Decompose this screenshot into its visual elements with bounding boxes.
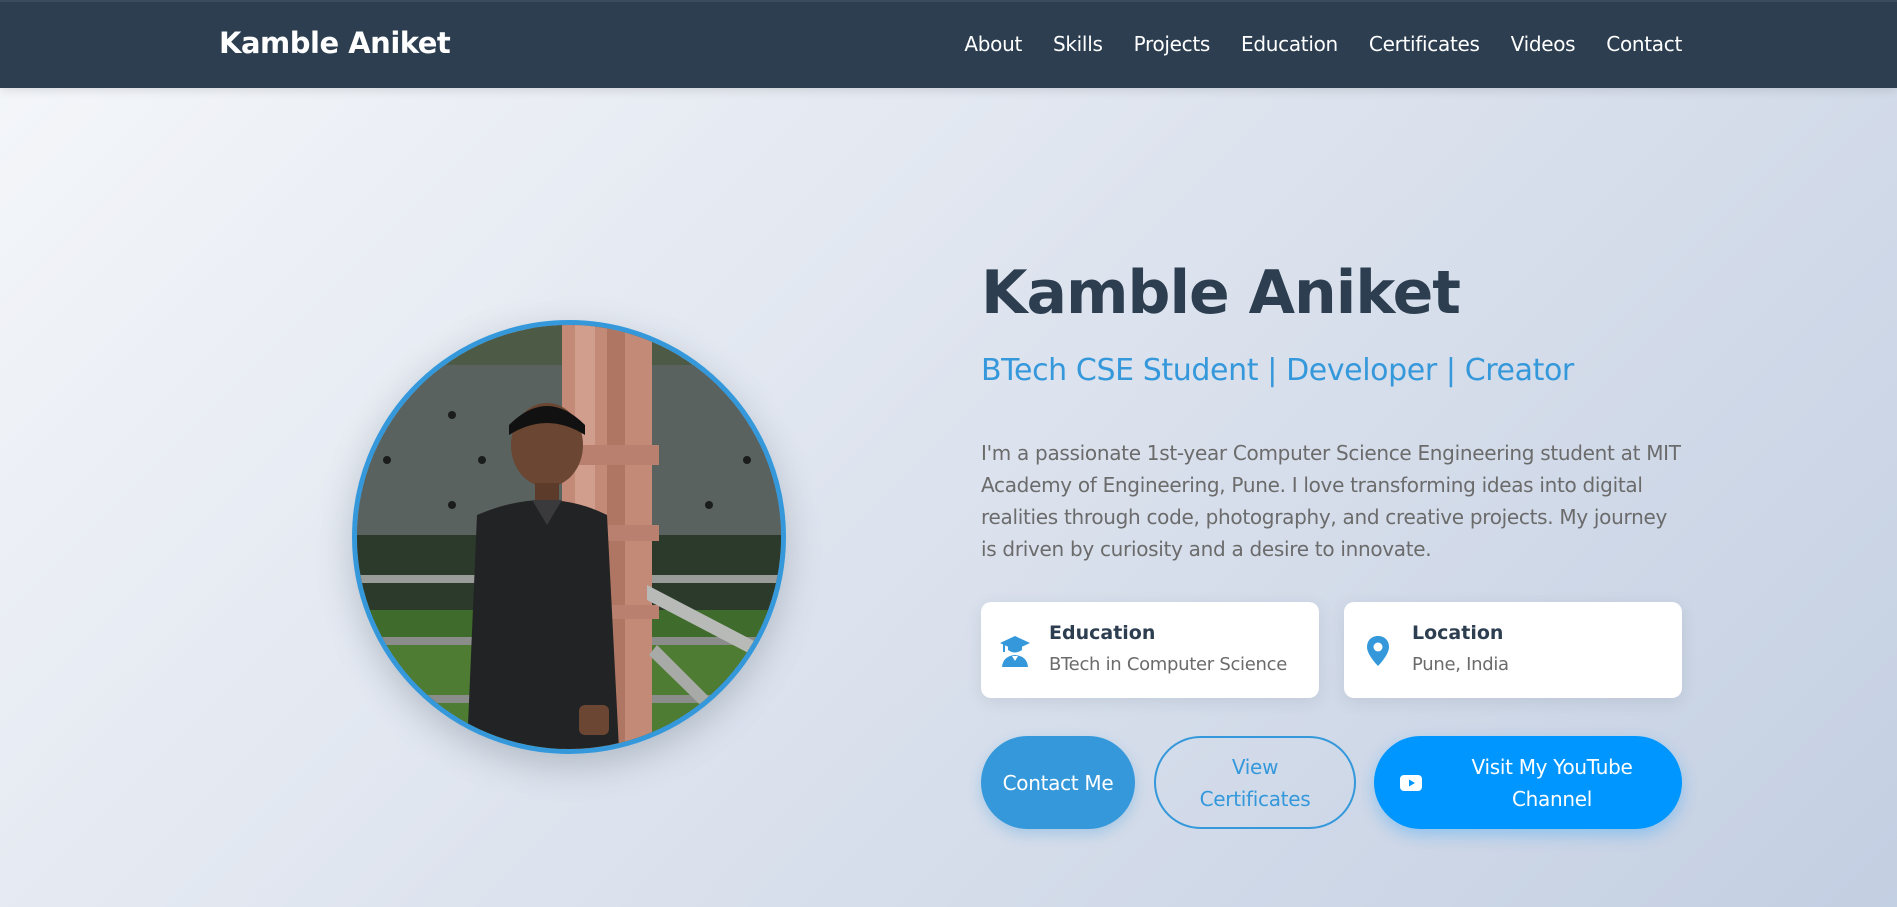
hero-subtitle: BTech CSE Student | Developer | Creator [981, 353, 1574, 388]
nav-link-skills[interactable]: Skills [1053, 32, 1103, 56]
youtube-icon [1400, 774, 1422, 791]
navbar: Kamble Aniket About Skills Projects Educ… [0, 0, 1897, 88]
education-card: Education BTech in Computer Science [981, 602, 1319, 698]
location-card-title: Location [1412, 622, 1504, 644]
profile-photo [352, 320, 786, 754]
education-card-value: BTech in Computer Science [1049, 654, 1287, 675]
nav-link-certificates[interactable]: Certificates [1369, 32, 1480, 56]
hero-title: Kamble Aniket [981, 258, 1461, 328]
location-card: Location Pune, India [1344, 602, 1682, 698]
youtube-button-label: Visit My YouTube Channel [1471, 754, 1633, 811]
education-card-title: Education [1049, 622, 1156, 644]
map-pin-icon [1367, 636, 1389, 666]
graduate-icon [1000, 636, 1030, 667]
nav-links: About Skills Projects Education Certific… [964, 32, 1682, 56]
view-certificates-button[interactable]: View Certificates [1154, 736, 1356, 829]
hero-description: I'm a passionate 1st-year Computer Scien… [981, 441, 1681, 561]
location-card-value: Pune, India [1412, 654, 1509, 675]
nav-link-projects[interactable]: Projects [1134, 32, 1211, 56]
youtube-channel-button[interactable]: Visit My YouTube Channel [1374, 736, 1682, 829]
brand-logo[interactable]: Kamble Aniket [219, 26, 451, 60]
nav-link-contact[interactable]: Contact [1606, 32, 1682, 56]
profile-photo-illustration [357, 325, 781, 749]
nav-link-videos[interactable]: Videos [1511, 32, 1576, 56]
nav-link-education[interactable]: Education [1241, 32, 1338, 56]
contact-me-button[interactable]: Contact Me [981, 736, 1135, 829]
nav-link-about[interactable]: About [964, 32, 1022, 56]
